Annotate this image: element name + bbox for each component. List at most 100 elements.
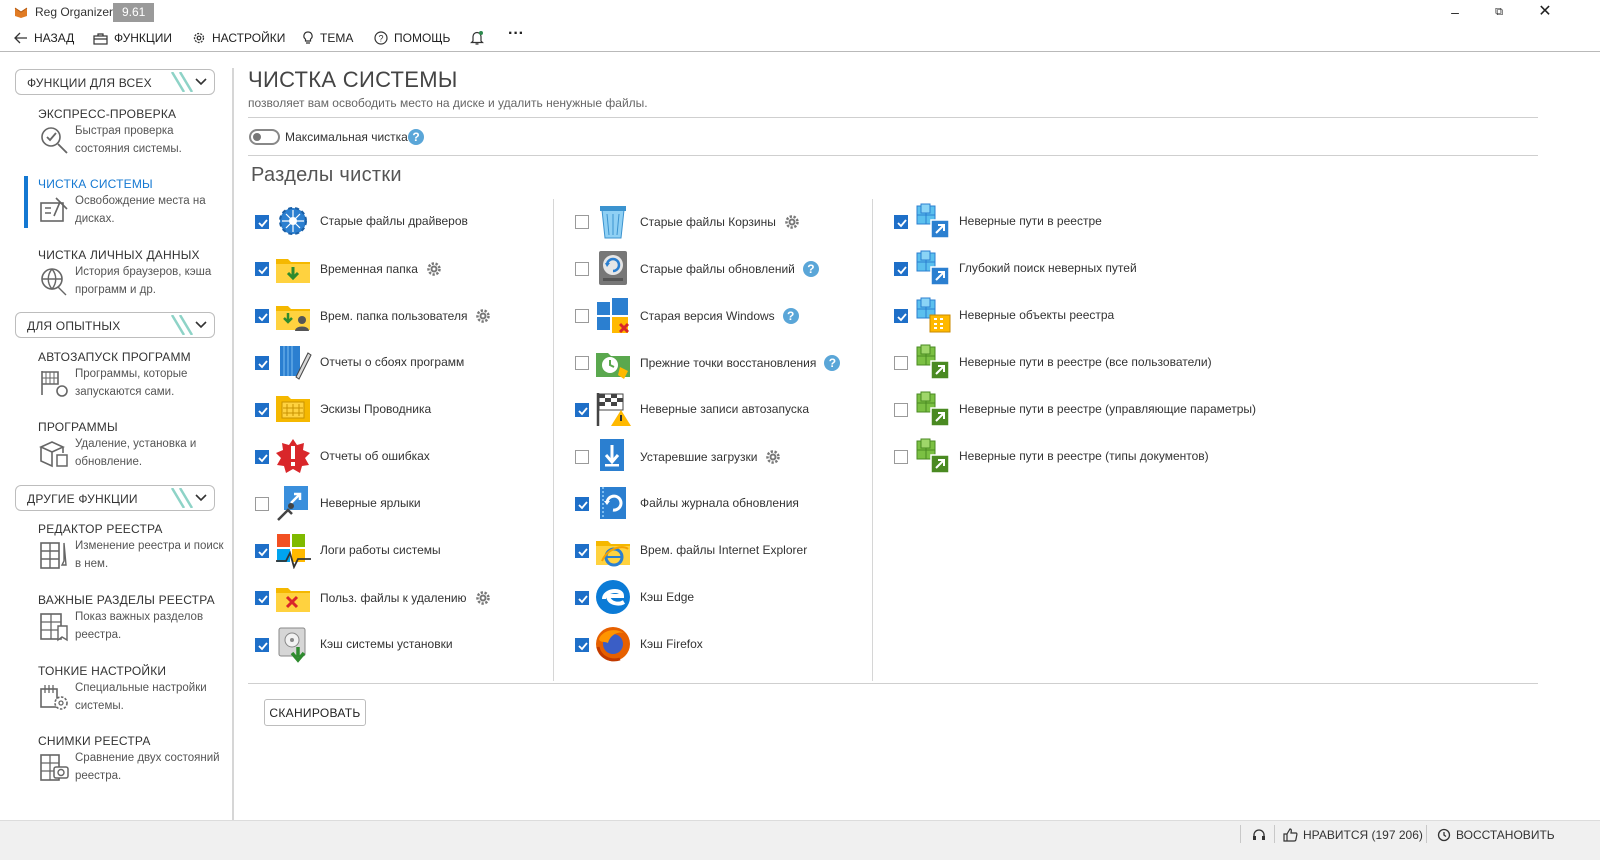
cleanup-item-label-wrap: Старые файлы обновлений? — [640, 261, 819, 277]
cleanup-item[interactable]: Неверные пути в реестре — [894, 201, 1194, 241]
close-window-button[interactable]: ✕ — [1530, 3, 1560, 21]
group-header-other[interactable]: ДРУГИЕ ФУНКЦИИ — [15, 485, 215, 511]
cleanup-item[interactable]: Старые файлы обновлений? — [575, 248, 875, 288]
sidebar-item-programs[interactable]: ПРОГРАММЫ Удаление, установка и обновлен… — [38, 420, 228, 480]
cleanup-item[interactable]: Неверные пути в реестре (типы документов… — [894, 436, 1209, 476]
functions-button[interactable]: ФУНКЦИИ — [93, 28, 172, 48]
cleanup-item-checkbox[interactable] — [894, 309, 908, 323]
cleanup-item-checkbox[interactable] — [894, 215, 908, 229]
cleanup-item[interactable]: Старые файлы драйверов — [255, 201, 555, 241]
cleanup-item[interactable]: Неверные пути в реестре (управляющие пар… — [894, 389, 1256, 429]
sidebar-item-system-cleanup[interactable]: ЧИСТКА СИСТЕМЫ Освобождение места на дис… — [38, 177, 228, 237]
cleanup-item[interactable]: Неверные пути в реестре (все пользовател… — [894, 342, 1212, 382]
cleanup-item[interactable]: Польз. файлы к удалению — [255, 577, 555, 617]
cleanup-item[interactable]: Файлы журнала обновления — [575, 483, 875, 523]
sidebar-item-registry-editor[interactable]: РЕДАКТОР РЕЕСТРА Изменение реестра и пои… — [38, 522, 228, 582]
help-icon[interactable]: ? — [782, 308, 799, 324]
cleanup-item[interactable]: Эскизы Проводника — [255, 389, 555, 429]
cleanup-item[interactable]: Логи работы системы — [255, 530, 555, 570]
cleanup-item[interactable]: Неверные объекты реестра — [894, 295, 1194, 335]
cleanup-item[interactable]: Прежние точки восстановления? — [575, 342, 875, 382]
cleanup-item-checkbox[interactable] — [894, 403, 908, 417]
cleanup-item[interactable]: Кэш Edge — [575, 577, 875, 617]
settings-gear-icon[interactable] — [784, 214, 800, 230]
sidebar-item-express-check[interactable]: ЭКСПРЕСС-ПРОВЕРКА Быстрая проверка состо… — [38, 107, 228, 167]
registry-doc-types-icon — [916, 438, 950, 474]
settings-gear-icon[interactable] — [426, 261, 442, 277]
checkmark-icon — [258, 548, 268, 557]
cleanup-item[interactable]: Кэш системы установки — [255, 624, 555, 664]
cleanup-item-checkbox[interactable] — [575, 638, 589, 652]
max-cleanup-help-icon[interactable]: ? — [408, 129, 424, 145]
cleanup-item-checkbox[interactable] — [255, 591, 269, 605]
cleanup-item-checkbox[interactable] — [255, 544, 269, 558]
help-icon[interactable]: ? — [802, 261, 819, 277]
cleanup-item[interactable]: Кэш Firefox — [575, 624, 875, 664]
page-subtitle: позволяет вам освободить место на диске … — [248, 96, 648, 110]
cleanup-item-checkbox[interactable] — [575, 309, 589, 323]
cleanup-item-checkbox[interactable] — [255, 638, 269, 652]
cleanup-item-checkbox[interactable] — [575, 591, 589, 605]
cleanup-item-checkbox[interactable] — [894, 356, 908, 370]
restore-window-button[interactable]: ⧉ — [1484, 3, 1514, 21]
registry-editor-icon — [40, 542, 67, 569]
cleanup-item-checkbox[interactable] — [255, 403, 269, 417]
cleanup-item[interactable]: Глубокий поиск неверных путей — [894, 248, 1194, 288]
cleanup-item[interactable]: Отчеты об ошибках — [255, 436, 555, 476]
support-button[interactable] — [1252, 827, 1266, 843]
cleanup-item-checkbox[interactable] — [575, 403, 589, 417]
cleanup-item-checkbox[interactable] — [575, 450, 589, 464]
cleanup-item[interactable]: Неверные ярлыки — [255, 483, 555, 523]
help-icon[interactable]: ? — [824, 355, 841, 371]
settings-gear-icon[interactable] — [765, 449, 781, 465]
cleanup-item-checkbox[interactable] — [894, 262, 908, 276]
cleanup-item-checkbox[interactable] — [575, 356, 589, 370]
cleanup-item-checkbox[interactable] — [255, 262, 269, 276]
cleanup-item-checkbox[interactable] — [255, 309, 269, 323]
cleanup-item[interactable]: Временная папка — [255, 248, 555, 288]
sidebar-item-title: СНИМКИ РЕЕСТРА — [38, 734, 151, 748]
cleanup-item-checkbox[interactable] — [575, 215, 589, 229]
back-button[interactable]: НАЗАД — [14, 28, 74, 48]
sidebar-item-registry-snapshots[interactable]: СНИМКИ РЕЕСТРА Сравнение двух состояний … — [38, 734, 228, 794]
cleanup-item[interactable]: Врем. файлы Internet Explorer — [575, 530, 875, 570]
autorun-icon — [41, 371, 68, 397]
cleanup-item-label-wrap: Отчеты об ошибках — [320, 449, 430, 463]
notifications-button[interactable] — [470, 28, 490, 48]
max-cleanup-toggle[interactable] — [249, 129, 280, 145]
sidebar-item-autorun[interactable]: АВТОЗАПУСК ПРОГРАММ Программы, которые з… — [38, 350, 228, 410]
cleanup-item-checkbox[interactable] — [255, 497, 269, 511]
scan-button[interactable]: СКАНИРОВАТЬ — [264, 699, 366, 726]
group-header-all-users[interactable]: ФУНКЦИИ ДЛЯ ВСЕХ — [15, 69, 215, 95]
like-button[interactable]: НРАВИТСЯ (197 206) — [1283, 827, 1423, 843]
cleanup-item-checkbox[interactable] — [575, 262, 589, 276]
cleanup-item-checkbox[interactable] — [894, 450, 908, 464]
cleanup-item-checkbox[interactable] — [255, 450, 269, 464]
cleanup-item[interactable]: Врем. папка пользователя — [255, 295, 555, 335]
restore-icon — [1437, 828, 1451, 842]
theme-button[interactable]: ТЕМА — [302, 28, 353, 48]
help-button[interactable]: ? ПОМОЩЬ — [374, 28, 450, 48]
cleanup-item-checkbox[interactable] — [575, 497, 589, 511]
sidebar-item-personal-data[interactable]: ЧИСТКА ЛИЧНЫХ ДАННЫХ История браузеров, … — [38, 248, 228, 308]
cleanup-item[interactable]: Старая версия Windows? — [575, 295, 875, 335]
settings-gear-icon[interactable] — [475, 590, 491, 606]
cleanup-item-checkbox[interactable] — [575, 544, 589, 558]
settings-button[interactable]: НАСТРОЙКИ — [192, 28, 285, 48]
cleanup-item[interactable]: Отчеты о сбоях программ — [255, 342, 555, 382]
settings-gear-icon[interactable] — [475, 308, 491, 324]
group-header-advanced[interactable]: ДЛЯ ОПЫТНЫХ — [15, 312, 215, 338]
user-temp-folder-icon — [276, 306, 310, 331]
restore-button[interactable]: ВОССТАНОВИТЬ — [1437, 827, 1555, 843]
cleanup-item[interactable]: Устаревшие загрузки — [575, 436, 875, 476]
cleanup-item-checkbox[interactable] — [255, 356, 269, 370]
checkmark-icon — [258, 266, 268, 275]
minimize-button[interactable]: – — [1440, 3, 1470, 21]
sidebar-item-important-keys[interactable]: ВАЖНЫЕ РАЗДЕЛЫ РЕЕСТРА Показ важных разд… — [38, 593, 228, 653]
cleanup-item[interactable]: Неверные записи автозапуска — [575, 389, 875, 429]
cleanup-item-checkbox[interactable] — [255, 215, 269, 229]
cleanup-item[interactable]: Старые файлы Корзины — [575, 201, 875, 241]
checkmark-icon — [258, 595, 268, 604]
more-menu-button[interactable]: ··· — [508, 24, 524, 44]
sidebar-item-tweaks[interactable]: ТОНКИЕ НАСТРОЙКИ Специальные настройки с… — [38, 664, 228, 724]
